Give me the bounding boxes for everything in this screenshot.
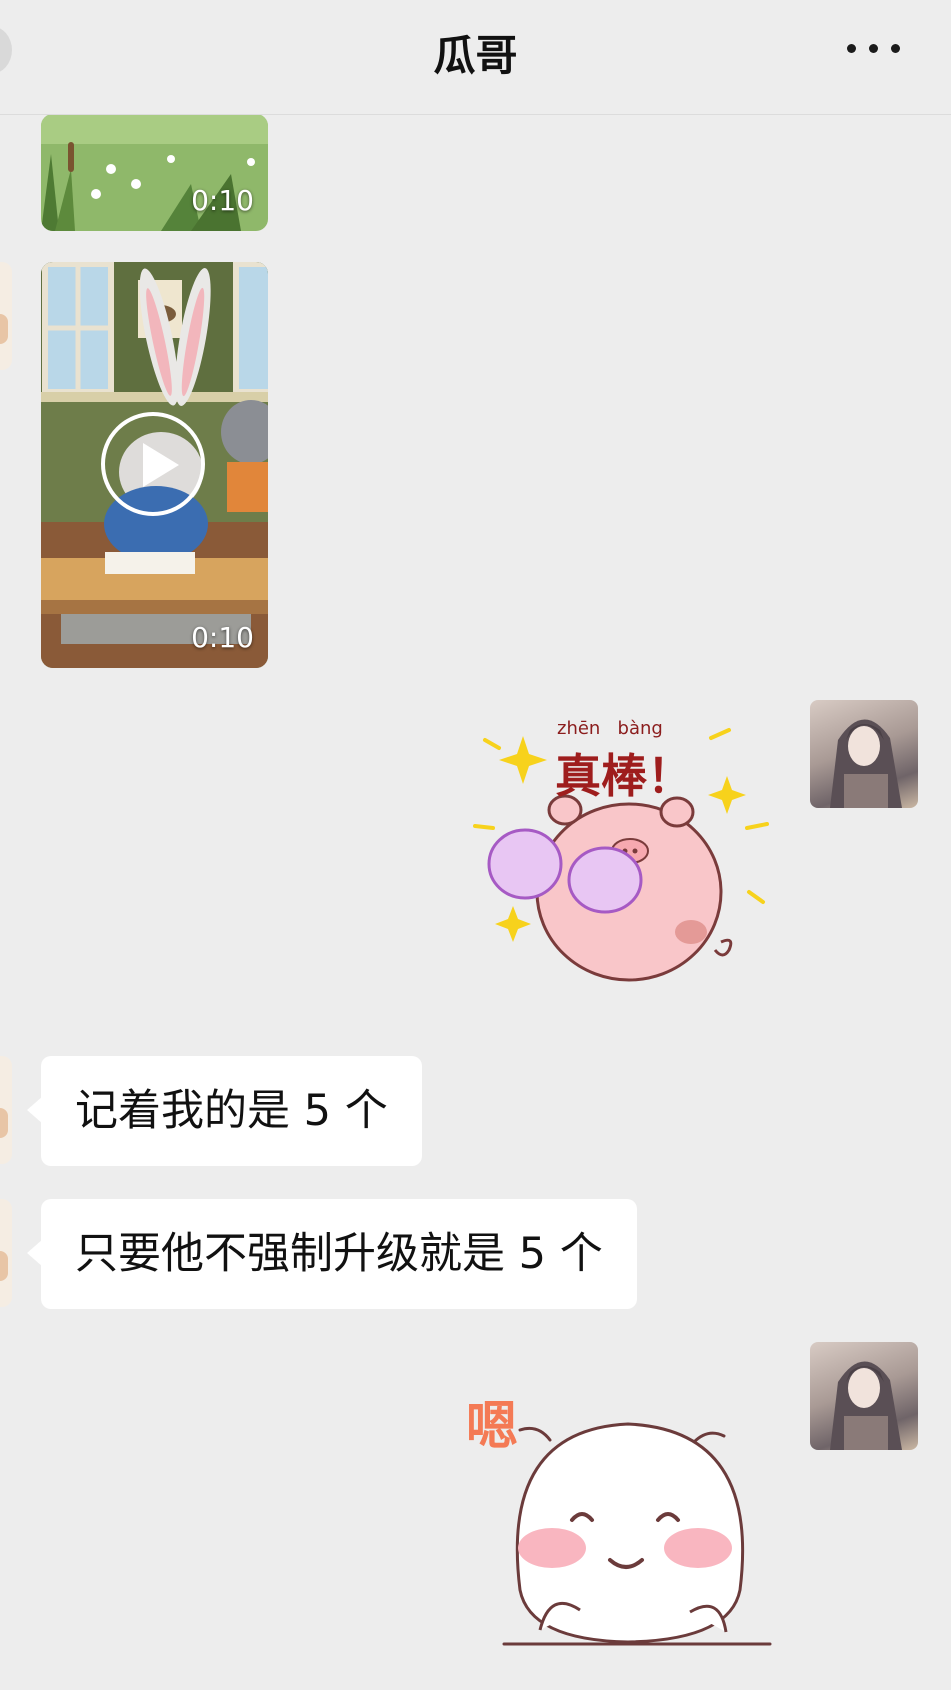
pinyin-zhen: zhēn — [557, 718, 601, 739]
play-icon[interactable] — [101, 412, 205, 516]
video-message[interactable]: 0:10 — [41, 114, 268, 231]
text-message-bubble[interactable]: 只要他不强制升级就是 5 个 — [27, 1199, 637, 1309]
video-message[interactable]: 0:10 — [41, 262, 268, 668]
sticker-nod[interactable]: 嗯 — [460, 1390, 790, 1686]
sticker-pinyin: zhēn bàng — [557, 718, 663, 739]
chat-title: 瓜哥 — [433, 31, 518, 80]
chat-header: 瓜哥 — [0, 0, 951, 115]
more-dots-icon[interactable] — [847, 44, 903, 58]
sticker-caption: 嗯 — [466, 1397, 519, 1457]
video-duration: 0:10 — [191, 621, 254, 654]
avatar[interactable] — [0, 1056, 12, 1164]
text-message-bubble[interactable]: 记着我的是 5 个 — [27, 1056, 422, 1166]
avatar[interactable] — [810, 1342, 918, 1450]
avatar[interactable] — [0, 262, 12, 370]
sticker-great-pig[interactable]: zhēn bàng 真棒！ — [465, 716, 775, 1006]
pinyin-bang: bàng — [617, 718, 663, 739]
sticker-caption: 真棒！ — [555, 749, 693, 803]
avatar[interactable] — [0, 1199, 12, 1307]
video-duration: 0:10 — [191, 184, 254, 217]
avatar[interactable] — [810, 700, 918, 808]
